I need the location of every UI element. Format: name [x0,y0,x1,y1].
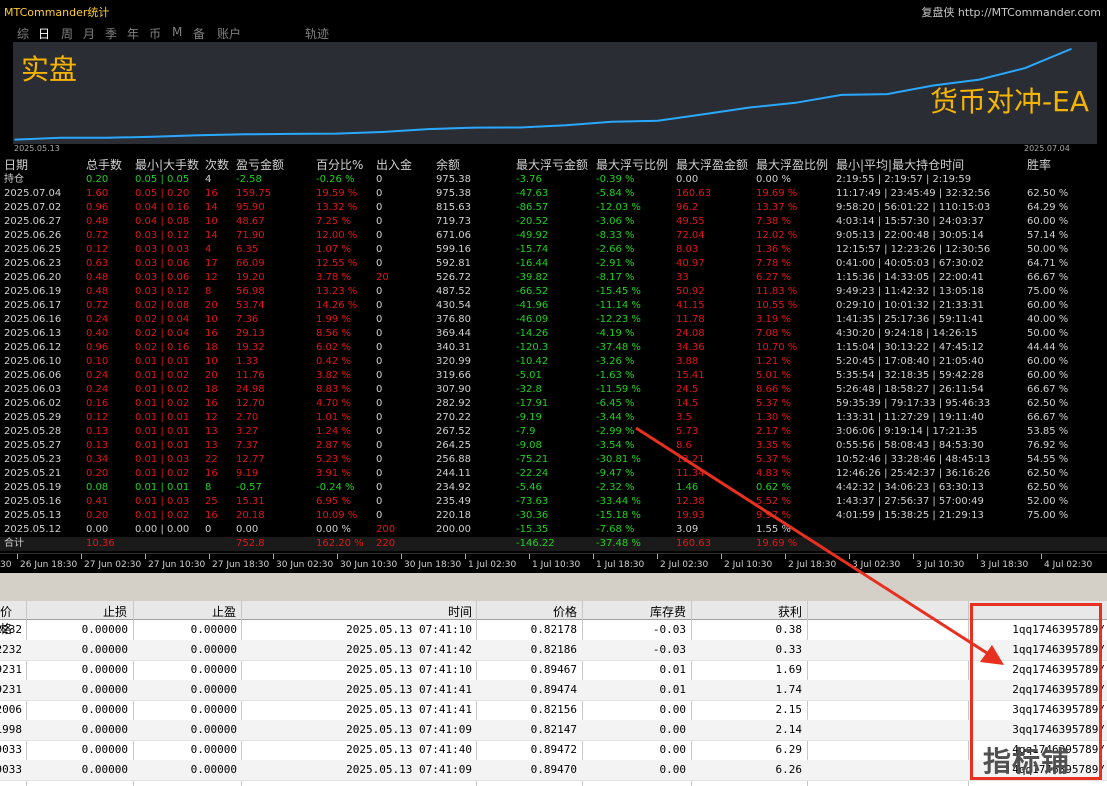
annotation-arrow-head [980,645,1004,665]
annotation-arrow [635,426,1004,665]
watermark: 指标铺 [983,745,1071,778]
annotation-arrow-line [635,426,991,657]
